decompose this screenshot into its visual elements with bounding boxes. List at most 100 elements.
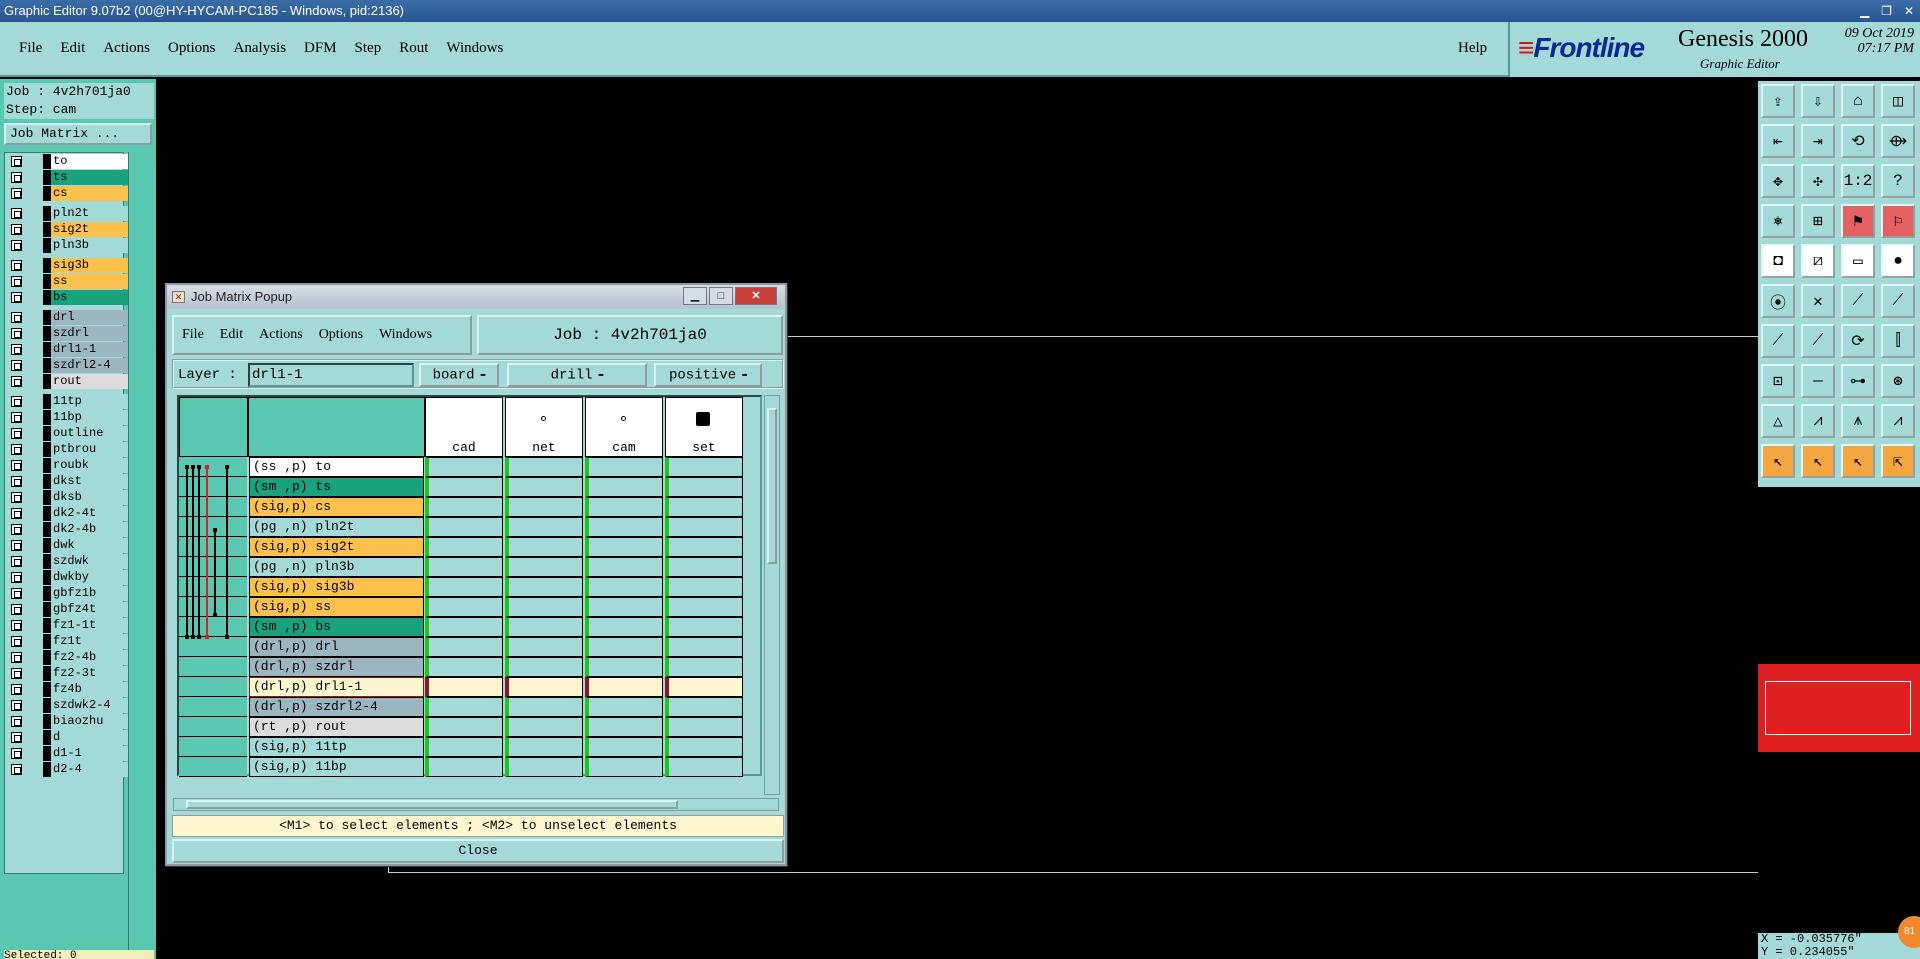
layer-checkbox[interactable] [11,716,22,727]
matrix-layer-name[interactable]: (pg ,n) pln2t [249,517,424,537]
matrix-row[interactable]: (sig,p) 11bp [179,757,762,777]
matrix-cell[interactable] [585,757,663,777]
layer-checkbox[interactable] [11,636,22,647]
layer-row[interactable]: drl [5,310,128,325]
matrix-layer-name[interactable]: (pg ,n) pln3b [249,557,424,577]
delete-icon[interactable]: ✕ [1801,284,1835,318]
help-icon[interactable]: ? [1881,164,1915,198]
layer-checkbox[interactable] [11,360,22,371]
layer-row[interactable]: biaozhu [5,714,128,729]
hscroll-thumb[interactable] [186,800,678,809]
layer-checkbox[interactable] [11,412,22,423]
type-dropdown[interactable]: drill [507,363,647,387]
popup-menu-actions[interactable]: Actions [251,327,311,343]
matrix-cell[interactable] [665,757,743,777]
rotate-icon[interactable]: ⟳ [1841,324,1875,358]
layer-row[interactable]: fz1-1t [5,618,128,633]
pan-icon[interactable]: ✣ [1801,164,1835,198]
layer-checkbox[interactable] [11,684,22,695]
zoom-fit-icon[interactable]: ✥ [1761,164,1795,198]
matrix-cell[interactable] [665,457,743,477]
matrix-cell[interactable] [425,697,503,717]
layer-checkbox[interactable] [11,668,22,679]
matrix-cell[interactable] [505,717,583,737]
layout-icon[interactable]: ◫ [1881,84,1915,118]
matrix-layer-name[interactable]: (drl,p) szdrl2-4 [249,697,424,717]
layer-checkbox[interactable] [11,476,22,487]
flag-icon[interactable]: ⚑ [1841,204,1875,238]
layer-row[interactable]: fz2-4b [5,650,128,665]
matrix-cell[interactable] [585,457,663,477]
matrix-cell[interactable] [665,657,743,677]
connect-icon[interactable]: ⦿ [1761,284,1795,318]
matrix-cell[interactable] [585,597,663,617]
popup-menu-file[interactable]: File [174,327,212,343]
column-header-cad[interactable]: cad [425,397,503,457]
matrix-layer-name[interactable]: (sm ,p) ts [249,477,424,497]
move-icon[interactable]: ⇱ [1881,444,1915,478]
undo-icon[interactable]: ⟲ [1841,124,1875,158]
matrix-cell[interactable] [425,517,503,537]
matrix-cell[interactable] [585,677,663,697]
matrix-cell[interactable] [665,737,743,757]
layer-row[interactable]: d1-1 [5,746,128,761]
matrix-row[interactable]: (sm ,p) ts [179,477,762,497]
matrix-cell[interactable] [425,477,503,497]
pad-icon[interactable]: ◘ [1761,244,1795,278]
layer-row[interactable]: ss [5,274,128,289]
layer-row[interactable]: ptbrou [5,442,128,457]
matrix-horizontal-scrollbar[interactable] [173,798,779,811]
layer-row[interactable]: drl1-1 [5,342,128,357]
matrix-row[interactable]: (sig,p) sig2t [179,537,762,557]
menu-windows[interactable]: Windows [437,40,512,57]
matrix-cell[interactable] [505,617,583,637]
matrix-cell[interactable] [665,497,743,517]
matrix-cell[interactable] [585,737,663,757]
layer-row[interactable]: sig3b [5,258,128,273]
matrix-layer-name[interactable]: (drl,p) drl [249,637,424,657]
matrix-cell[interactable] [585,577,663,597]
matrix-cell[interactable] [505,737,583,757]
layer-checkbox[interactable] [11,700,22,711]
fillet-icon[interactable]: ⩘ [1881,404,1915,438]
matrix-layer-name[interactable]: (sig,p) ss [249,597,424,617]
dot-icon[interactable]: ● [1881,244,1915,278]
layer-checkbox[interactable] [11,588,22,599]
menu-rout[interactable]: Rout [390,40,437,57]
context-dropdown[interactable]: board [419,363,499,387]
layer-checkbox[interactable] [11,748,22,759]
layer-row[interactable]: ts [5,170,128,185]
matrix-cell[interactable] [425,537,503,557]
layer-row[interactable]: fz4b [5,682,128,697]
arc-icon[interactable]: ⟋ [1841,284,1875,318]
matrix-cell[interactable] [425,557,503,577]
matrix-row[interactable]: (sig,p) cs [179,497,762,517]
vscroll-thumb[interactable] [767,408,777,564]
matrix-cell[interactable] [505,657,583,677]
menu-actions[interactable]: Actions [94,40,159,57]
layer-checkbox[interactable] [11,652,22,663]
home-icon[interactable]: ⌂ [1841,84,1875,118]
matrix-row[interactable]: (sig,p) 11tp [179,737,762,757]
menu-help[interactable]: Help [1458,40,1487,57]
layer-row[interactable]: to [5,154,128,169]
layer-checkbox[interactable] [11,208,22,219]
layer-row[interactable]: pln3b [5,238,128,253]
column-header-set[interactable]: set [665,397,743,457]
matrix-layer-name[interactable]: (sig,p) sig3b [249,577,424,597]
layer-row[interactable]: dwkby [5,570,128,585]
matrix-layer-name[interactable]: (ss ,p) to [249,457,424,477]
layer-name-input[interactable] [248,363,414,387]
matrix-cell[interactable] [585,637,663,657]
matrix-row[interactable]: (ss ,p) to [179,457,762,477]
layer-checkbox[interactable] [11,156,22,167]
layer-row[interactable]: szdrl2-4 [5,358,128,373]
line-edit-icon[interactable]: ⧄ [1801,244,1835,278]
scale-icon[interactable]: 1:2 [1841,164,1875,198]
layer-checkbox[interactable] [11,444,22,455]
layer-checkbox[interactable] [11,572,22,583]
layer-checkbox[interactable] [11,260,22,271]
matrix-cell[interactable] [425,637,503,657]
layer-row[interactable]: fz2-3t [5,666,128,681]
layer-row[interactable]: rout [5,374,128,389]
